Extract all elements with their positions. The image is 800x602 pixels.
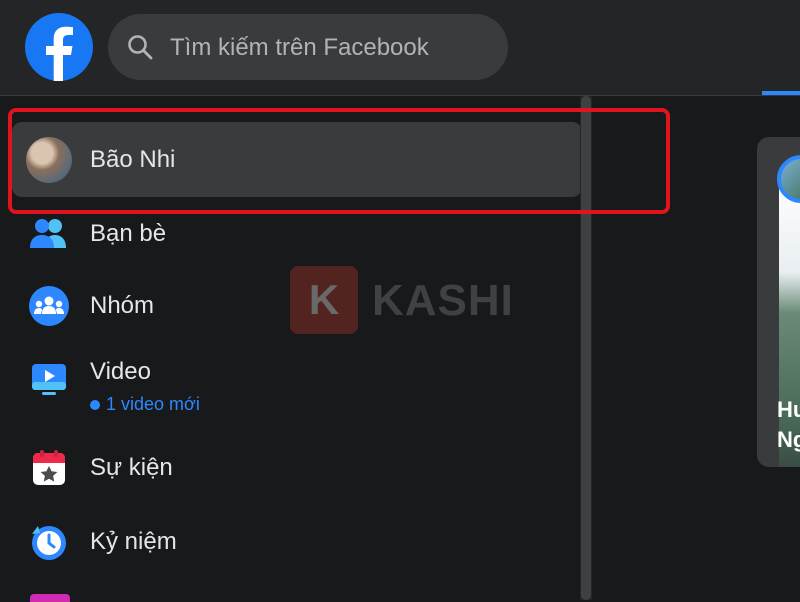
video-new-count: 1 video mới — [90, 394, 200, 415]
sidebar-item-label: Nhóm — [90, 292, 155, 319]
kashi-watermark-logo: K KASHI — [290, 266, 530, 336]
new-indicator-dot — [90, 400, 100, 411]
sidebar-item-memories[interactable]: Kỷ niệm — [12, 506, 582, 578]
memories-icon — [26, 519, 72, 565]
sidebar-item-label: Bạn bè — [90, 220, 167, 247]
story-title: Hu Ng — [777, 397, 800, 452]
video-icon — [26, 356, 72, 402]
friends-icon — [26, 211, 72, 257]
sidebar-item-label: Kỷ niệm — [90, 528, 177, 555]
facebook-logo-icon[interactable] — [25, 13, 93, 81]
active-tab-indicator — [762, 91, 800, 95]
profile-highlight-box — [8, 108, 670, 214]
sidebar-item-label: Sự kiện — [90, 454, 173, 481]
story-card[interactable]: Hu Ng — [757, 137, 800, 467]
events-icon — [26, 445, 72, 491]
search-bar[interactable] — [108, 14, 508, 82]
next-sidebar-item-icon — [30, 594, 70, 602]
sidebar-item-label: Video — [90, 358, 151, 385]
groups-icon — [26, 283, 72, 329]
sidebar-item-events[interactable]: Sự kiện — [12, 432, 582, 504]
sidebar-item-video[interactable]: Video 1 video mới — [12, 350, 582, 430]
watermark-text: KASHI — [372, 276, 514, 325]
search-input[interactable] — [168, 14, 502, 82]
top-navigation-bar — [0, 0, 800, 96]
search-icon — [128, 35, 153, 60]
watermark-letter: K — [290, 266, 358, 334]
